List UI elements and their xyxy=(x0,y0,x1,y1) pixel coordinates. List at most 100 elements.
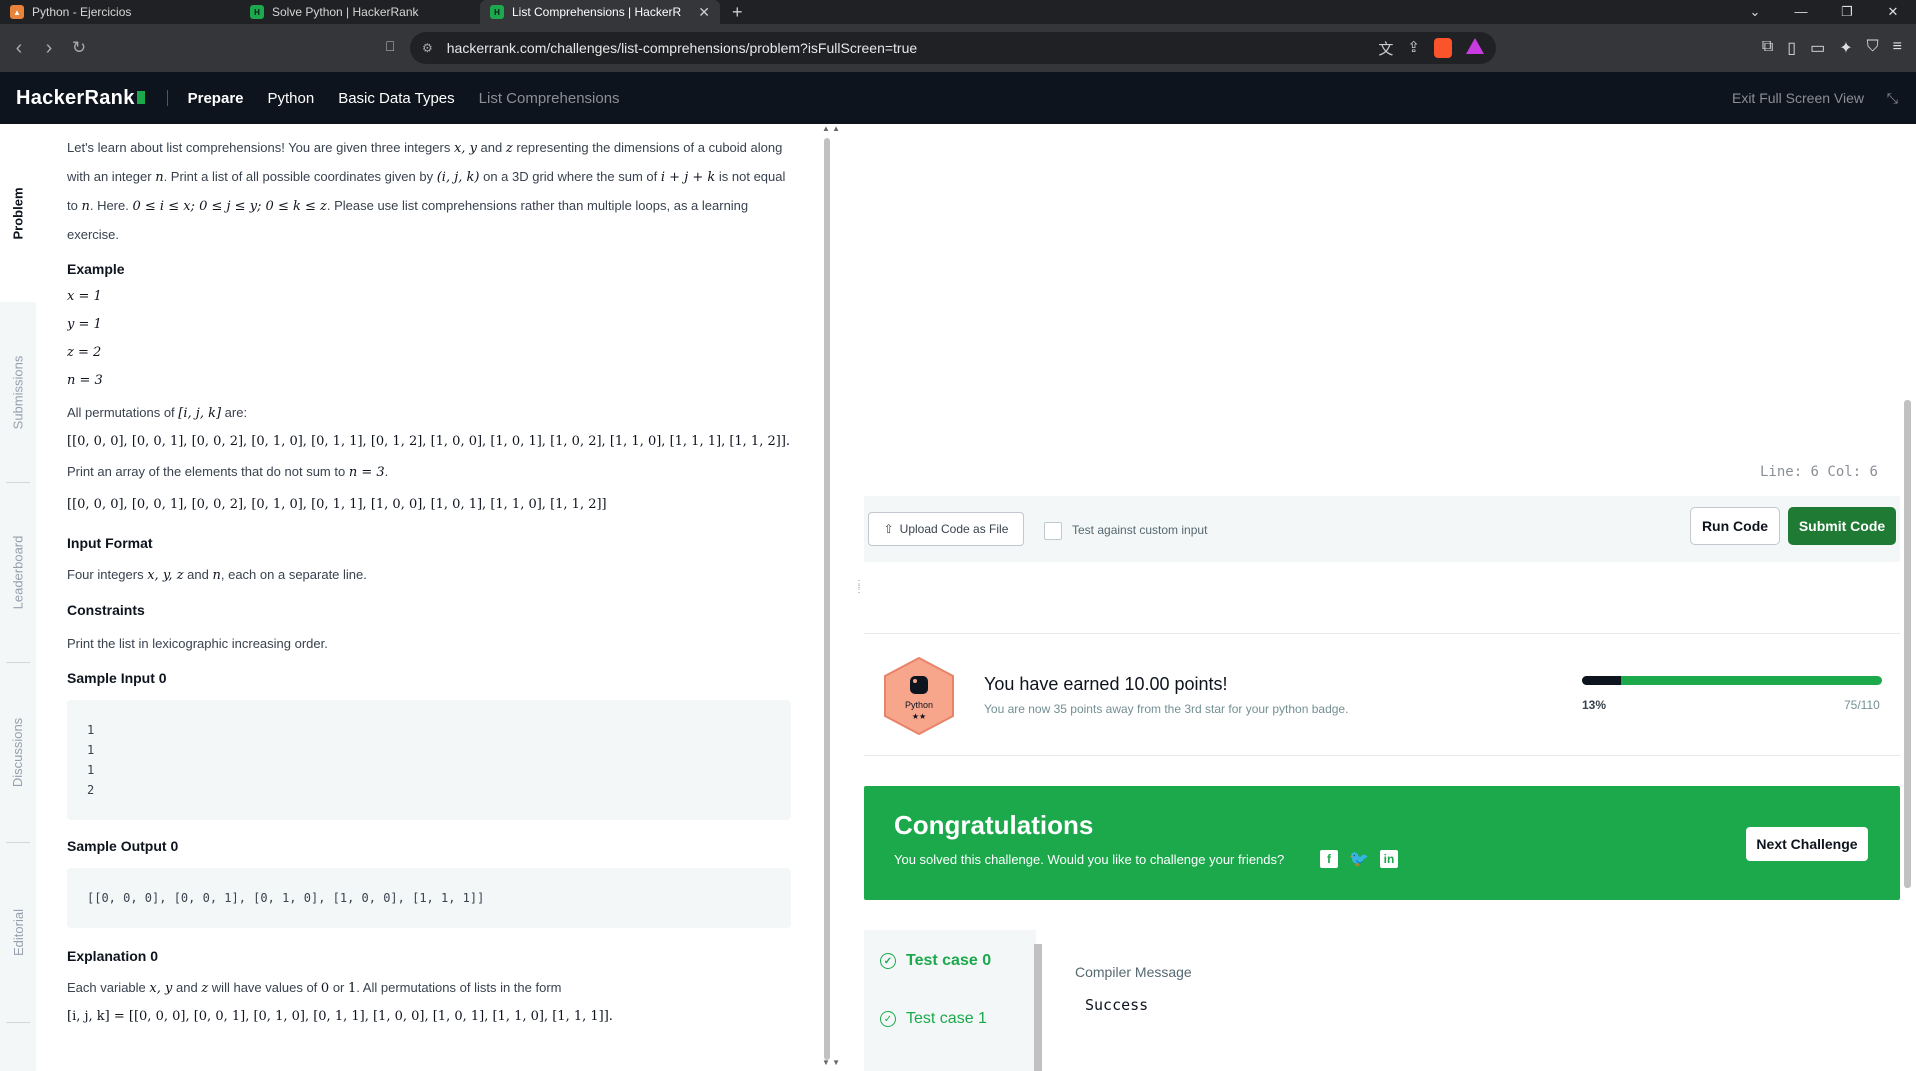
bookmark-icon[interactable]: ⎕ xyxy=(386,38,394,55)
math: n xyxy=(81,199,90,214)
tab-editorial[interactable]: Editorial xyxy=(0,842,36,1022)
close-tab-icon[interactable]: ✕ xyxy=(698,4,710,21)
points-title: You have earned 10.00 points! xyxy=(984,674,1228,694)
brave-shields-icon[interactable] xyxy=(1434,38,1452,58)
cursor-position: Line: 6 Col: 6 xyxy=(1759,464,1878,480)
text: All permutations of xyxy=(67,405,175,420)
math: (i, j, k) xyxy=(436,170,480,185)
next-challenge-button[interactable]: Next Challenge xyxy=(1746,827,1868,861)
constraints-text: Print the list in lexicographic increasi… xyxy=(67,636,328,651)
tab-list-icon[interactable]: ⌄ xyxy=(1732,0,1778,24)
constraints-heading: Constraints xyxy=(67,602,145,618)
math: n xyxy=(212,568,221,583)
browser-tab[interactable]: ▲ Python - Ejercicios xyxy=(0,0,240,24)
wallet-icon[interactable]: ▭ xyxy=(1810,38,1825,58)
breadcrumb-python[interactable]: Python xyxy=(268,90,315,107)
custom-input-label[interactable]: Test against custom input xyxy=(1072,523,1207,537)
math: 0 ≤ i ≤ x; 0 ≤ j ≤ y; 0 ≤ k ≤ z xyxy=(132,199,327,214)
menu-icon[interactable]: ≡ xyxy=(1893,38,1902,58)
congrats-subtitle: You solved this challenge. Would you lik… xyxy=(894,852,1285,867)
close-window-icon[interactable]: ✕ xyxy=(1870,0,1916,24)
browser-toolbar-icons: ⧉ ▯ ▭ ✦ ⛉ ≡ xyxy=(1762,38,1902,58)
linkedin-icon[interactable]: in xyxy=(1380,850,1398,868)
upload-code-button[interactable]: ⇧ Upload Code as File xyxy=(868,512,1024,546)
tab-submissions[interactable]: Submissions xyxy=(0,302,36,482)
leo-icon[interactable]: ✦ xyxy=(1839,38,1852,58)
example-var: n = 3 xyxy=(67,373,103,388)
compiler-message: Success xyxy=(1085,996,1149,1014)
code-line: 2 xyxy=(87,783,95,797)
breadcrumb-basic-data-types[interactable]: Basic Data Types xyxy=(338,90,454,107)
hackerrank-logo[interactable]: HackerRank xyxy=(16,87,145,110)
testcase-label: Test case 0 xyxy=(906,952,992,969)
sidebar-icon[interactable]: ▯ xyxy=(1787,38,1796,58)
text: or xyxy=(332,980,345,995)
congratulations-banner: Congratulations You solved this challeng… xyxy=(864,786,1900,900)
text: , each on a separate line. xyxy=(220,567,367,582)
testcase-label: Test case 1 xyxy=(906,1010,987,1027)
tab-label: Editorial xyxy=(10,908,26,956)
twitter-icon[interactable]: 🐦 xyxy=(1349,850,1369,868)
sample-output-block: [[0, 0, 0], [0, 0, 1], [0, 1, 0], [1, 0,… xyxy=(67,868,791,928)
breadcrumb-prepare[interactable]: Prepare xyxy=(188,90,244,107)
vpn-icon[interactable]: ⛉ xyxy=(1867,38,1879,58)
address-bar-row: ‹ › ↻ ⎕ ⚙ hackerrank.com/challenges/list… xyxy=(0,24,1916,72)
testcase-1[interactable]: ✓ Test case 1 xyxy=(880,1010,987,1028)
translate-icon[interactable]: 文 xyxy=(1378,38,1393,59)
points-subtitle: You are now 35 points away from the 3rd … xyxy=(984,702,1349,716)
testcase-scrollbar[interactable] xyxy=(1034,944,1042,1071)
tab-label: Problem xyxy=(10,186,26,240)
site-settings-icon[interactable]: ⚙ xyxy=(422,41,433,55)
run-code-button[interactable]: Run Code xyxy=(1690,507,1780,545)
restore-icon[interactable]: ❐ xyxy=(1824,0,1870,24)
resize-handle[interactable]: ⋮ ⋮ xyxy=(854,580,864,595)
example-heading: Example xyxy=(67,261,125,277)
problem-intro: Let's learn about list comprehensions! Y… xyxy=(67,134,797,249)
tab-leaderboard[interactable]: Leaderboard xyxy=(0,482,36,662)
compiler-message-label: Compiler Message xyxy=(1075,964,1192,980)
submit-code-button[interactable]: Submit Code xyxy=(1788,507,1896,545)
text: and xyxy=(175,980,198,995)
tab-discussions[interactable]: Discussions xyxy=(0,662,36,842)
result-list: [[0, 0, 0], [0, 0, 1], [0, 0, 2], [0, 1,… xyxy=(67,497,607,512)
url-field[interactable]: ⚙ hackerrank.com/challenges/list-compreh… xyxy=(410,32,1496,64)
progress-fraction: 75/110 xyxy=(1844,698,1880,712)
tab-title: Python - Ejercicios xyxy=(32,5,132,19)
points-earned-panel: Python ★★ You have earned 10.00 points! … xyxy=(864,636,1900,756)
tab-problem[interactable]: Problem xyxy=(0,124,36,302)
scroll-up-icon[interactable]: ▲ ▲ xyxy=(822,124,840,133)
reload-icon[interactable]: ↻ xyxy=(64,38,94,58)
math: x, y xyxy=(149,981,173,996)
math: [i, j, k] xyxy=(178,406,222,421)
facebook-icon[interactable]: f xyxy=(1320,850,1338,868)
page-scrollbar[interactable] xyxy=(1904,400,1911,888)
tab-label: Discussions xyxy=(10,717,26,787)
forward-icon[interactable]: › xyxy=(34,37,64,60)
back-icon[interactable]: ‹ xyxy=(4,37,34,60)
python-badge-icon: Python ★★ xyxy=(884,656,954,736)
custom-input-checkbox[interactable] xyxy=(1044,522,1062,540)
share-icon[interactable]: ⇪ xyxy=(1407,38,1420,59)
divider xyxy=(6,1022,30,1023)
exit-fullscreen-link[interactable]: Exit Full Screen View xyxy=(1732,90,1864,106)
math: i + j + k xyxy=(660,170,716,185)
browser-tab-active[interactable]: H List Comprehensions | HackerR ✕ xyxy=(480,0,720,24)
collapse-icon[interactable]: ⤡ xyxy=(1887,90,1898,107)
input-format-heading: Input Format xyxy=(67,535,153,551)
browser-tab[interactable]: H Solve Python | HackerRank xyxy=(240,0,480,24)
text: Each variable xyxy=(67,980,146,995)
svg-text:★★: ★★ xyxy=(912,712,926,721)
breadcrumb-current: List Comprehensions xyxy=(478,89,620,107)
new-tab-icon[interactable]: + xyxy=(732,2,743,23)
math: x, y, z xyxy=(147,568,184,583)
code-editor[interactable]: Line: 6 Col: 6 xyxy=(864,124,1900,486)
testcase-0[interactable]: ✓ Test case 0 xyxy=(880,952,991,970)
minimize-icon[interactable]: — xyxy=(1778,0,1824,24)
extensions-icon[interactable]: ⧉ xyxy=(1762,38,1773,58)
example-var: x = 1 xyxy=(67,289,102,304)
brave-rewards-icon[interactable] xyxy=(1466,38,1484,54)
logo-mark xyxy=(136,90,145,104)
problem-scrollbar[interactable] xyxy=(824,138,830,1060)
favicon-icon: ▲ xyxy=(10,5,24,19)
scroll-down-icon[interactable]: ▼ ▼ xyxy=(822,1058,840,1067)
